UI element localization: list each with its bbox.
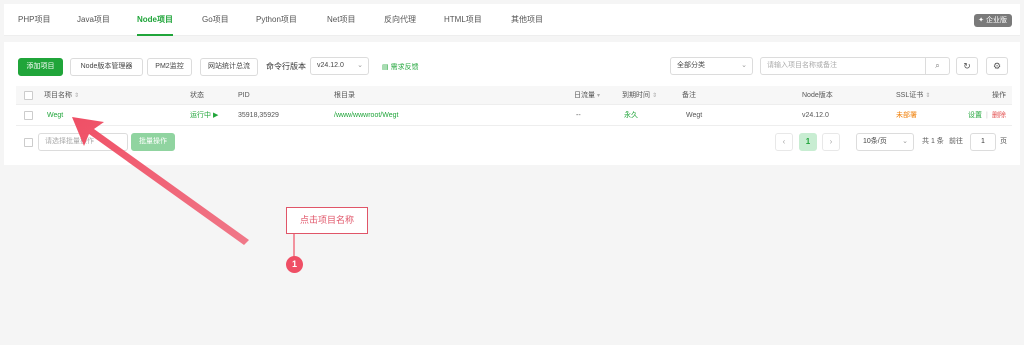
col-traffic[interactable]: 日流量 ▾ — [574, 86, 600, 106]
node-version-manager-button[interactable]: Node版本管理器 — [70, 58, 143, 76]
enterprise-badge[interactable]: ✦ 企业版 — [974, 14, 1012, 27]
project-name-link[interactable]: Wegt — [47, 105, 63, 126]
row-checkbox[interactable] — [24, 111, 33, 120]
chevron-down-icon: ⌄ — [741, 62, 747, 69]
refresh-icon[interactable]: ↻ — [956, 57, 978, 75]
ssl-status[interactable]: 未部署 — [896, 105, 917, 126]
root-dir-link[interactable]: /www/wwwroot/Wegt — [334, 105, 398, 126]
col-expire[interactable]: 到期时间 ⇕ — [622, 86, 657, 106]
tab-other[interactable]: 其他项目 — [511, 4, 543, 36]
node-version-value: v24.12.0 — [802, 112, 829, 119]
col-ssl[interactable]: SSL证书 ⇕ — [896, 86, 930, 106]
goto-page-input[interactable]: 1 — [970, 133, 996, 151]
action-separator: | — [986, 112, 988, 119]
col-status: 状态 — [190, 92, 204, 99]
settings-link[interactable]: 设置 — [968, 105, 982, 126]
delete-link[interactable]: 删除 — [992, 105, 1006, 126]
remark-value[interactable]: Wegt — [686, 105, 702, 126]
tab-python[interactable]: Python项目 — [256, 4, 297, 36]
pid-value: 35918,35929 — [238, 112, 279, 119]
caret-down-icon: ▾ — [597, 93, 601, 99]
cli-version-select[interactable]: v24.12.0 ⌄ — [310, 57, 369, 75]
pm2-monitor-button[interactable]: PM2监控 — [147, 58, 192, 76]
tab-net[interactable]: Net项目 — [327, 4, 355, 36]
project-type-tabs: PHP项目 Java项目 Node项目 Go项目 Python项目 Net项目 … — [4, 4, 1020, 36]
step-number-badge: 1 — [286, 256, 303, 273]
col-remark: 备注 — [682, 92, 696, 99]
status-running[interactable]: 运行中 ▶ — [190, 105, 218, 126]
project-search[interactable]: 请输入项目名称或备注 ⌕ — [760, 57, 950, 75]
chevron-down-icon: ⌄ — [357, 62, 363, 69]
tab-php[interactable]: PHP项目 — [18, 4, 50, 36]
goto-label: 前往 — [949, 138, 963, 145]
select-all-checkbox[interactable] — [24, 91, 33, 100]
batch-operation-button[interactable]: 批量操作 — [131, 133, 175, 151]
category-select[interactable]: 全部分类 ⌄ — [670, 57, 753, 75]
tab-go[interactable]: Go项目 — [202, 4, 229, 36]
table-row: Wegt 运行中 ▶ 35918,35929 /www/wwwroot/Wegt… — [16, 105, 1012, 126]
feedback-link[interactable]: ▤ 需求反馈 — [382, 62, 419, 72]
sort-icon: ⇕ — [74, 93, 80, 99]
project-panel: 添加项目 Node版本管理器 PM2监控 网站统计总流 命令行版本 v24.12… — [4, 42, 1020, 165]
total-count: 共 1 条 — [922, 138, 944, 145]
annotation-callout: 点击项目名称 — [286, 207, 368, 234]
col-pid: PID — [238, 92, 250, 99]
cli-version-label: 命令行版本 — [266, 62, 306, 71]
feedback-icon: ▤ — [382, 64, 389, 71]
sort-icon: ⇕ — [925, 93, 931, 99]
footer-select-all-checkbox[interactable] — [24, 138, 33, 147]
table-header: 项目名称 ⇕ 状态 PID 根目录 日流量 ▾ 到期时间 ⇕ 备注 Node版本 SS… — [16, 86, 1012, 105]
tab-reverse-proxy[interactable]: 反向代理 — [384, 4, 416, 36]
page-size-select[interactable]: 10条/页 ⌄ — [856, 133, 914, 151]
batch-operation-select[interactable]: 请选择批量操作 — [38, 133, 128, 151]
diamond-icon: ✦ — [978, 17, 984, 24]
col-name[interactable]: 项目名称 ⇕ — [44, 86, 79, 106]
tab-java[interactable]: Java项目 — [77, 4, 110, 36]
sort-icon: ⇕ — [652, 93, 658, 99]
expire-value[interactable]: 永久 — [624, 105, 638, 126]
next-page-button[interactable]: › — [822, 133, 840, 151]
tab-node[interactable]: Node项目 — [125, 4, 185, 36]
page-suffix: 页 — [1000, 138, 1007, 145]
page-1-button[interactable]: 1 — [799, 133, 817, 151]
gear-icon[interactable]: ⚙ — [986, 57, 1008, 75]
search-input[interactable]: 请输入项目名称或备注 — [767, 58, 837, 74]
traffic-value: -- — [576, 112, 581, 119]
col-root: 根目录 — [334, 92, 355, 99]
prev-page-button[interactable]: ‹ — [775, 133, 793, 151]
chevron-down-icon: ⌄ — [902, 138, 908, 145]
site-traffic-button[interactable]: 网站统计总流 — [200, 58, 258, 76]
col-actions: 操作 — [992, 92, 1006, 99]
col-node-version: Node版本 — [802, 92, 833, 99]
add-project-button[interactable]: 添加项目 — [18, 58, 63, 76]
tab-html[interactable]: HTML项目 — [444, 4, 482, 36]
search-icon[interactable]: ⌕ — [925, 58, 949, 74]
